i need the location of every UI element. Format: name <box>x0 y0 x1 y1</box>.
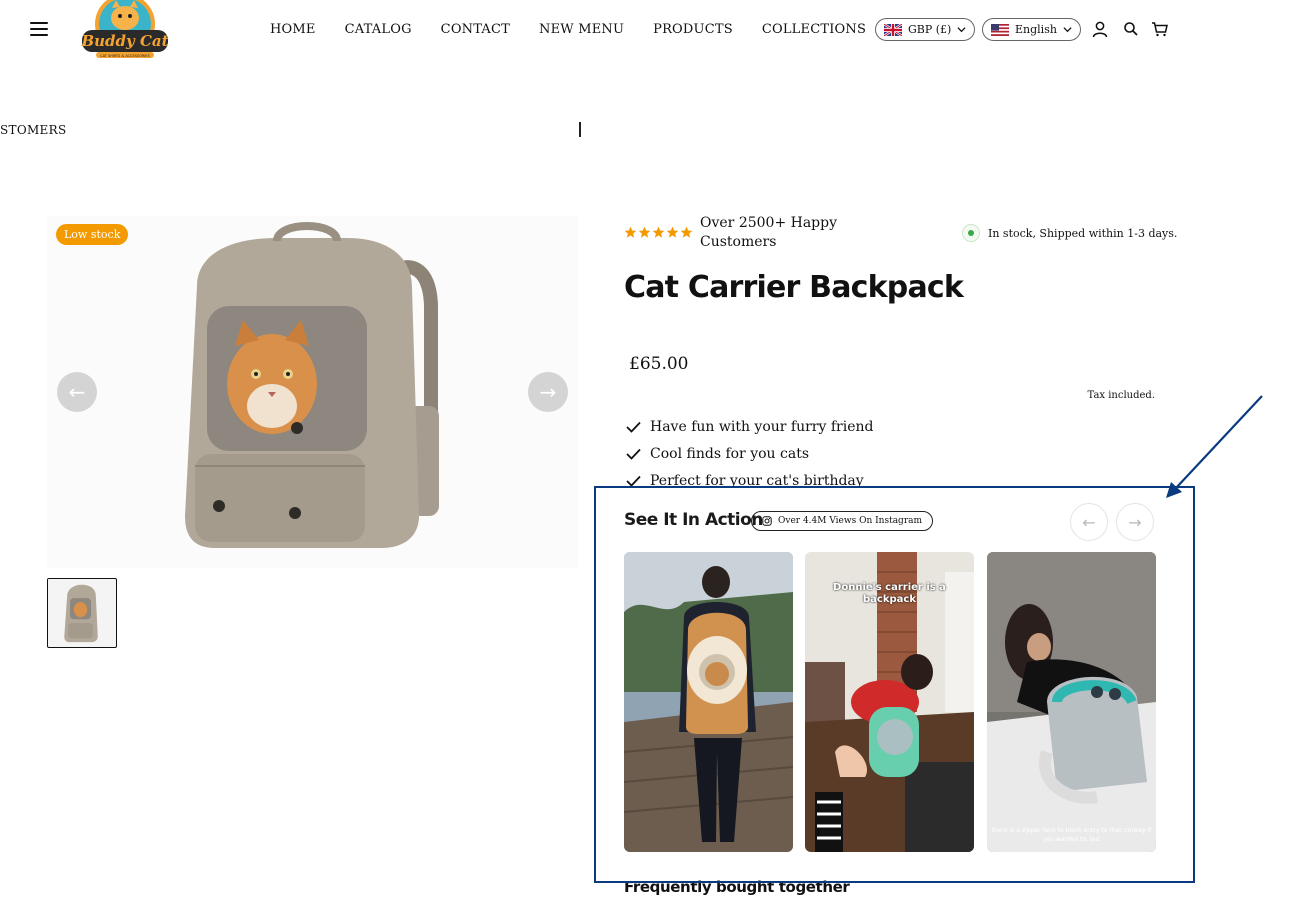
language-selector[interactable]: English <box>982 18 1081 41</box>
nav-new-menu[interactable]: NEW MENU <box>539 22 624 37</box>
star-icon <box>666 226 679 238</box>
nav-collections[interactable]: COLLECTIONS <box>762 22 866 37</box>
language-label: English <box>1015 23 1057 36</box>
account-icon[interactable] <box>1091 20 1109 38</box>
low-stock-badge: Low stock <box>56 224 129 245</box>
menu-icon[interactable] <box>30 22 48 36</box>
logo[interactable]: Buddy Cat CAT SHIRTS & ACCESSORIES <box>74 0 176 60</box>
nav-products[interactable]: PRODUCTS <box>653 22 733 37</box>
stock-status: In stock, Shipped within 1-3 days. <box>962 224 1177 242</box>
rating-stars <box>624 226 693 239</box>
feature-text: Have fun with your furry friend <box>650 418 874 435</box>
annotation-arrow-icon <box>1166 395 1263 498</box>
gallery-thumbnail[interactable] <box>47 578 117 648</box>
star-icon <box>680 226 693 238</box>
currency-selector[interactable]: GBP (£) <box>875 18 976 41</box>
thumbnail-image <box>48 579 115 646</box>
star-icon <box>624 226 637 238</box>
check-icon <box>626 421 641 433</box>
feature-text: Cool finds for you cats <box>650 445 810 462</box>
svg-text:CAT SHIRTS & ACCESSORIES: CAT SHIRTS & ACCESSORIES <box>100 54 150 58</box>
currency-label: GBP (£) <box>908 23 952 36</box>
happy-customers-text: Over 2500+ Happy Customers <box>700 215 838 250</box>
search-icon[interactable] <box>1122 20 1140 38</box>
feature-item: Cool finds for you cats <box>626 440 873 467</box>
star-icon <box>638 226 651 238</box>
gallery-next-button[interactable]: → <box>528 372 568 412</box>
tax-note: Tax included. <box>1087 390 1155 401</box>
chevron-down-icon <box>1063 27 1072 33</box>
product-gallery[interactable] <box>47 216 578 568</box>
feature-list: Have fun with your furry friend Cool fin… <box>626 413 873 494</box>
product-title: Cat Carrier Backpack <box>624 270 964 305</box>
uk-flag-icon <box>884 23 902 36</box>
in-stock-dot-icon <box>962 224 980 242</box>
check-icon <box>626 448 641 460</box>
feature-item: Have fun with your furry friend <box>626 413 873 440</box>
marquee-divider <box>579 122 581 137</box>
announcement-marquee: STOMERS <box>0 123 67 137</box>
nav-contact[interactable]: CONTACT <box>441 22 510 37</box>
product-price: £65.00 <box>629 354 689 374</box>
product-image <box>47 216 578 568</box>
stock-text: In stock, Shipped within 1-3 days. <box>988 226 1178 240</box>
gallery-prev-button[interactable]: ← <box>57 372 97 412</box>
nav-home[interactable]: HOME <box>270 22 316 37</box>
us-flag-icon <box>991 23 1009 36</box>
svg-text:Buddy Cat: Buddy Cat <box>80 32 168 50</box>
nav-catalog[interactable]: CATALOG <box>345 22 412 37</box>
cart-icon[interactable] <box>1151 20 1169 38</box>
highlight-box <box>594 486 1195 883</box>
main-nav: HOME CATALOG CONTACT NEW MENU PRODUCTS C… <box>270 22 866 37</box>
check-icon <box>626 475 641 487</box>
chevron-down-icon <box>957 27 966 33</box>
star-icon <box>652 226 665 238</box>
